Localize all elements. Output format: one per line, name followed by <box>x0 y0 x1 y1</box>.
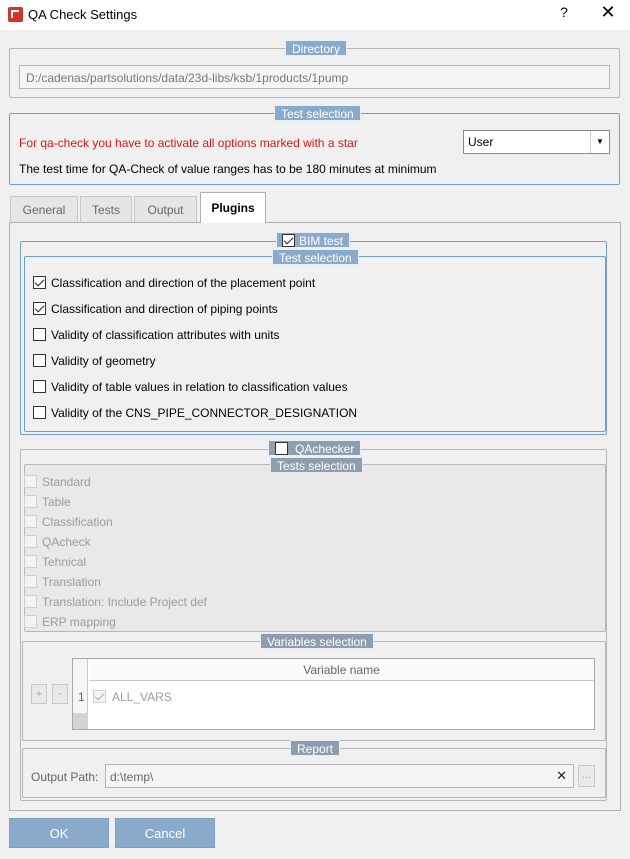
bim-test-selection-legend: Test selection <box>272 249 359 265</box>
cancel-button[interactable]: Cancel <box>115 818 215 848</box>
bim-option-geometry-label: Validity of geometry <box>51 354 156 368</box>
test-selection-legend: Test selection <box>274 105 361 121</box>
qa-test-classification-checkbox[interactable] <box>24 515 37 528</box>
qa-test-qacheck-label: QAcheck <box>42 535 91 549</box>
qa-test-tehnical-checkbox[interactable] <box>24 555 37 568</box>
variable-name-column-header[interactable]: Variable name <box>89 659 594 681</box>
qa-test-translation-checkbox[interactable] <box>24 575 37 588</box>
row-header-blank <box>73 713 88 729</box>
qa-test-table-checkbox[interactable] <box>24 495 37 508</box>
browse-button[interactable]: ... <box>578 765 595 787</box>
app-logo-icon <box>8 7 23 22</box>
bim-option-geometry-checkbox[interactable] <box>33 354 46 367</box>
bim-option-connector-designation-label: Validity of the CNS_PIPE_CONNECTOR_DESIG… <box>51 406 358 420</box>
close-button[interactable]: ✕ <box>598 2 618 23</box>
qa-test-qacheck-checkbox[interactable] <box>24 535 37 548</box>
remove-variable-button[interactable]: - <box>52 684 68 704</box>
row-index: 1 <box>78 690 85 704</box>
bim-test-checkbox[interactable] <box>282 234 295 247</box>
variables-selection-legend: Variables selection <box>260 633 374 649</box>
test-time-info-text: The test time for QA-Check of value rang… <box>19 162 437 176</box>
tab-output[interactable]: Output <box>134 196 197 223</box>
clear-icon[interactable]: ✕ <box>556 768 567 784</box>
output-path-label: Output Path: <box>31 770 99 784</box>
qa-test-erp-mapping-label: ERP mapping <box>42 615 116 629</box>
ok-button[interactable]: OK <box>9 818 109 848</box>
bim-option-attributes-units-label: Validity of classification attributes wi… <box>51 328 280 342</box>
directory-legend: Directory <box>285 40 348 56</box>
tab-tests[interactable]: Tests <box>80 196 132 223</box>
qa-test-standard-label: Standard <box>42 475 91 489</box>
help-button[interactable]: ? <box>556 4 572 20</box>
qa-test-translation-label: Translation <box>42 575 101 589</box>
bim-option-placement-point-label: Classification and direction of the plac… <box>51 276 316 290</box>
bim-option-piping-points-checkbox[interactable] <box>33 302 46 315</box>
qachecker-tests-legend: Tests selection <box>270 457 363 473</box>
bim-option-piping-points-label: Classification and direction of piping p… <box>51 302 278 316</box>
bim-option-attributes-units-checkbox[interactable] <box>33 328 46 341</box>
bim-option-placement-point-checkbox[interactable] <box>33 276 46 289</box>
directory-path-field[interactable]: D:/cadenas/partsolutions/data/23d-libs/k… <box>19 65 610 89</box>
qa-test-classification-label: Classification <box>42 515 113 529</box>
user-select[interactable]: User ▼ <box>463 130 610 154</box>
qa-test-table-label: Table <box>42 495 71 509</box>
report-legend: Report <box>290 740 341 756</box>
bim-option-table-values-label: Validity of table values in relation to … <box>51 380 348 394</box>
bim-option-table-values-checkbox[interactable] <box>33 380 46 393</box>
variable-all-vars-label: ALL_VARS <box>112 690 172 704</box>
output-path-value: d:\temp\ <box>110 770 154 784</box>
chevron-down-icon[interactable]: ▼ <box>590 131 609 153</box>
qa-test-tehnical-label: Tehnical <box>42 555 87 569</box>
tab-general[interactable]: General <box>10 196 78 223</box>
output-path-field[interactable]: d:\temp\ ✕ <box>105 764 574 788</box>
user-select-value: User <box>468 135 494 149</box>
bim-option-connector-designation-checkbox[interactable] <box>33 406 46 419</box>
qachecker-checkbox[interactable] <box>275 442 288 455</box>
qa-test-erp-mapping-checkbox[interactable] <box>24 615 37 628</box>
add-variable-button[interactable]: + <box>31 684 47 704</box>
qa-test-standard-checkbox[interactable] <box>24 475 37 488</box>
qa-test-translation-project-label: Translation: Include Project def <box>42 595 207 609</box>
window-title: QA Check Settings <box>28 7 138 22</box>
qa-check-warning-text: For qa-check you have to activate all op… <box>19 136 358 150</box>
qa-test-translation-project-checkbox[interactable] <box>24 595 37 608</box>
variable-all-vars-checkbox[interactable] <box>93 690 106 703</box>
tab-plugins[interactable]: Plugins <box>200 192 266 223</box>
